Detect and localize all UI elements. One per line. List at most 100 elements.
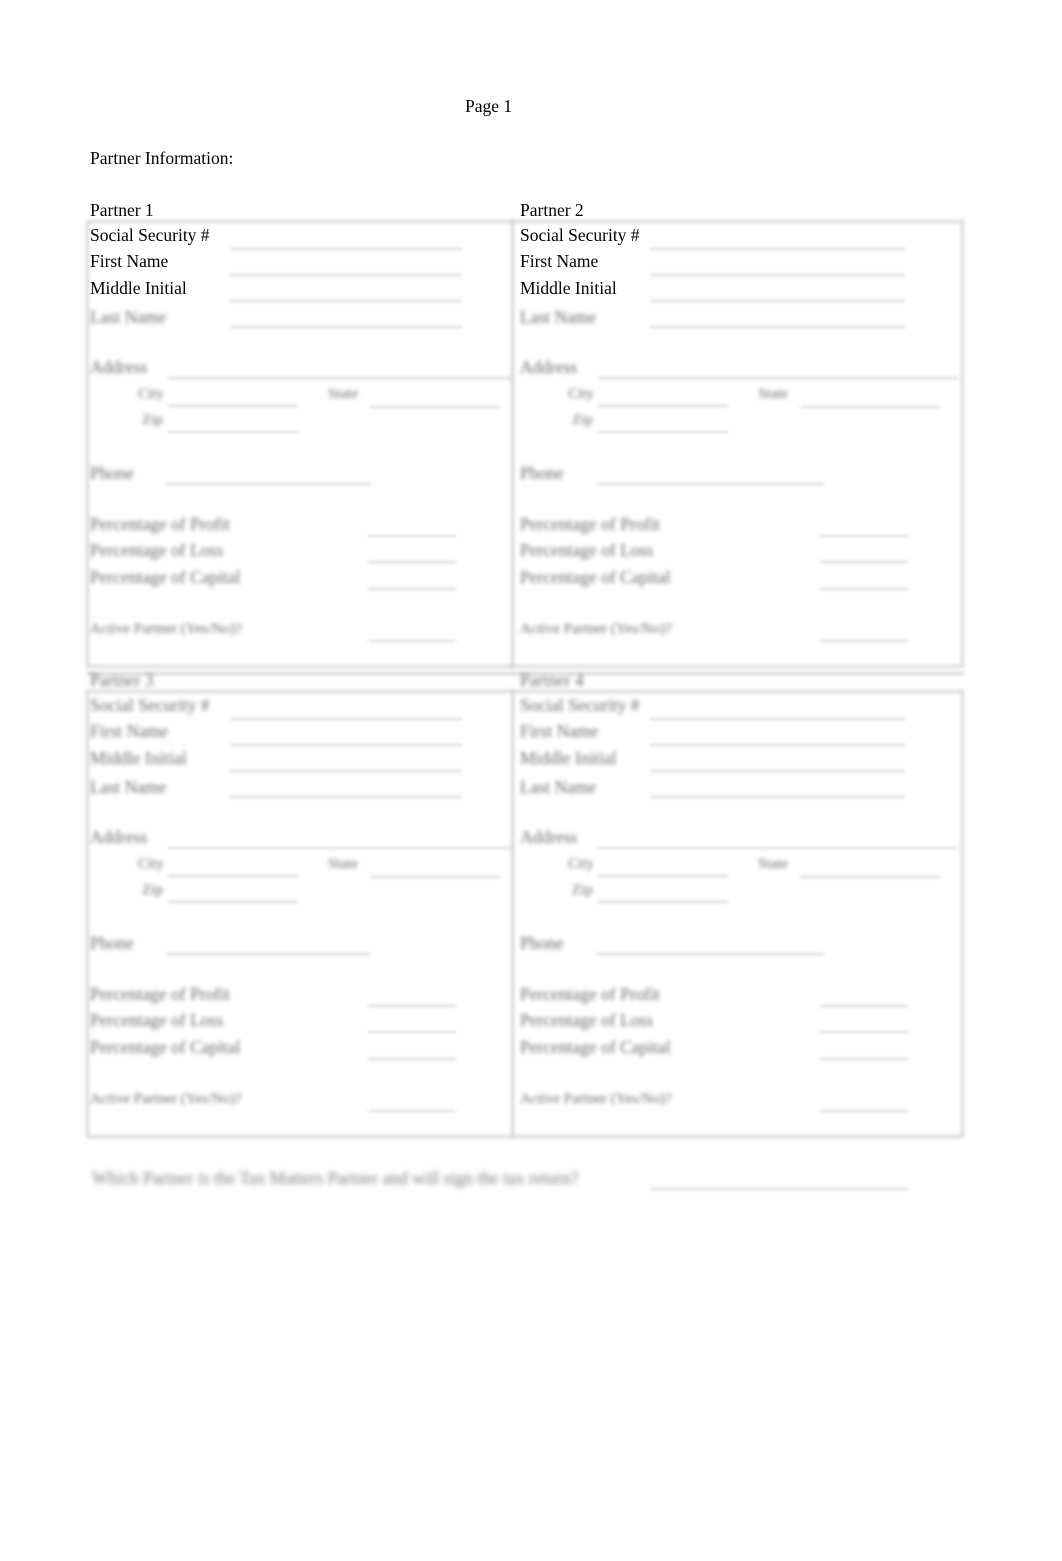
partner-2-pct-loss-input[interactable] <box>820 561 908 563</box>
partner-1-zip-input[interactable] <box>168 431 298 433</box>
partner-4-state-input[interactable] <box>800 876 940 878</box>
partner-3-city-label: City <box>138 856 164 872</box>
partner-3-first-name-label: First Name <box>90 721 169 741</box>
partner-3-zip-label: Zip <box>142 882 163 898</box>
partner-3-state-input[interactable] <box>370 876 500 878</box>
partner-3-last-name-label: Last Name <box>90 777 167 797</box>
partner-4-active-label: Active Partner (Yes/No)? <box>520 1091 672 1107</box>
partner-3-zip-input[interactable] <box>168 901 298 903</box>
partner-1-state-label: State <box>328 386 358 402</box>
partner-1-middle-initial-label: Middle Initial <box>90 278 187 298</box>
partner-1-zip-label: Zip <box>142 412 163 428</box>
partner-1-pct-loss-input[interactable] <box>368 561 456 563</box>
partner-2-zip-input[interactable] <box>598 431 728 433</box>
partner-1-pct-capital-input[interactable] <box>368 588 456 590</box>
partner-4-phone-input[interactable] <box>596 953 824 955</box>
partner-2-heading: Partner 2 <box>520 200 584 220</box>
partner-2-first-name-label: First Name <box>520 251 599 271</box>
partner-1-address-input[interactable] <box>168 377 513 379</box>
partner-3-pct-capital-input[interactable] <box>368 1058 456 1060</box>
partner-4-address-label: Address <box>520 827 578 847</box>
partner-4-first-name-input[interactable] <box>650 744 905 746</box>
partner-1-pct-capital-label: Percentage of Capital <box>90 567 241 587</box>
partner-1-middle-initial-input[interactable] <box>230 300 462 302</box>
partner-4-pct-loss-input[interactable] <box>820 1031 908 1033</box>
partner-3-active-label: Active Partner (Yes/No)? <box>90 1091 242 1107</box>
partner-3-middle-initial-input[interactable] <box>230 770 462 772</box>
partner-1-city-input[interactable] <box>168 405 298 407</box>
partner-2-active-input[interactable] <box>820 640 908 642</box>
partner-1-active-label: Active Partner (Yes/No)? <box>90 621 242 637</box>
partner-3-active-input[interactable] <box>368 1110 456 1112</box>
partner-1-phone-input[interactable] <box>166 483 371 485</box>
partner-2-state-input[interactable] <box>800 406 940 408</box>
partner-1-pct-profit-label: Percentage of Profit <box>90 514 230 534</box>
partner-2-middle-initial-input[interactable] <box>650 300 905 302</box>
tax-matters-input-line[interactable] <box>650 1188 908 1190</box>
partner-4-ssn-input[interactable] <box>650 718 905 720</box>
partner-1-first-name-input[interactable] <box>230 274 462 276</box>
partner-3-ssn-input[interactable] <box>230 718 462 720</box>
partner-3-last-name-input[interactable] <box>230 796 462 798</box>
partner-4-middle-initial-label: Middle Initial <box>520 748 617 768</box>
section-title: Partner Information: <box>90 148 234 168</box>
partner-3-pct-profit-label: Percentage of Profit <box>90 984 230 1004</box>
partner-3-phone-input[interactable] <box>166 953 371 955</box>
partner-1-address-label: Address <box>90 357 148 377</box>
partner-2-first-name-input[interactable] <box>650 274 905 276</box>
partner-4-active-input[interactable] <box>820 1110 908 1112</box>
partner-4-pct-profit-label: Percentage of Profit <box>520 984 660 1004</box>
partner-4-zip-label: Zip <box>572 882 593 898</box>
partner-4-pct-capital-label: Percentage of Capital <box>520 1037 671 1057</box>
partner-2-ssn-input[interactable] <box>650 248 905 250</box>
partner-4-last-name-input[interactable] <box>650 796 905 798</box>
partner-3-heading: Partner 3 <box>90 670 154 690</box>
partner-1-first-name-label: First Name <box>90 251 169 271</box>
partner-2-address-label: Address <box>520 357 578 377</box>
partner-1-last-name-input[interactable] <box>230 326 462 328</box>
partner-3-city-input[interactable] <box>168 875 298 877</box>
partner-3-address-input[interactable] <box>168 847 513 849</box>
column-divider-top <box>511 220 514 668</box>
column-divider-bottom <box>511 690 514 1138</box>
page-label: Page 1 <box>465 96 513 116</box>
partner-1-pct-profit-input[interactable] <box>368 535 456 537</box>
partner-4-last-name-label: Last Name <box>520 777 597 797</box>
partner-4-address-input[interactable] <box>598 847 958 849</box>
partner-1-ssn-input[interactable] <box>230 248 462 250</box>
partner-3-address-label: Address <box>90 827 148 847</box>
partner-2-address-input[interactable] <box>598 377 958 379</box>
partner-2-pct-profit-input[interactable] <box>820 535 908 537</box>
partner-2-city-input[interactable] <box>598 405 728 407</box>
partner-2-city-label: City <box>568 386 594 402</box>
partner-2-pct-profit-label: Percentage of Profit <box>520 514 660 534</box>
partner-2-phone-label: Phone <box>520 463 564 483</box>
partner-3-first-name-input[interactable] <box>230 744 462 746</box>
partner-3-ssn-label: Social Security # <box>90 695 210 715</box>
partner-4-pct-capital-input[interactable] <box>820 1058 908 1060</box>
partner-4-phone-label: Phone <box>520 933 564 953</box>
partner-3-pct-capital-label: Percentage of Capital <box>90 1037 241 1057</box>
partner-4-state-label: State <box>758 856 788 872</box>
partner-4-city-label: City <box>568 856 594 872</box>
partner-3-pct-loss-input[interactable] <box>368 1031 456 1033</box>
partner-2-last-name-label: Last Name <box>520 307 597 327</box>
partner-4-pct-loss-label: Percentage of Loss <box>520 1010 654 1030</box>
partner-3-pct-loss-label: Percentage of Loss <box>90 1010 224 1030</box>
partner-2-active-label: Active Partner (Yes/No)? <box>520 621 672 637</box>
partner-1-active-input[interactable] <box>368 640 456 642</box>
partner-2-pct-capital-input[interactable] <box>820 588 908 590</box>
partner-4-zip-input[interactable] <box>598 901 728 903</box>
partner-2-pct-capital-label: Percentage of Capital <box>520 567 671 587</box>
partner-3-pct-profit-input[interactable] <box>368 1005 456 1007</box>
partner-1-ssn-label: Social Security # <box>90 225 210 245</box>
partner-4-ssn-label: Social Security # <box>520 695 640 715</box>
partner-3-phone-label: Phone <box>90 933 134 953</box>
partner-4-city-input[interactable] <box>598 875 728 877</box>
partner-4-middle-initial-input[interactable] <box>650 770 905 772</box>
partner-4-first-name-label: First Name <box>520 721 599 741</box>
partner-4-pct-profit-input[interactable] <box>820 1005 908 1007</box>
partner-1-state-input[interactable] <box>370 406 500 408</box>
partner-2-last-name-input[interactable] <box>650 326 905 328</box>
partner-2-phone-input[interactable] <box>596 483 824 485</box>
